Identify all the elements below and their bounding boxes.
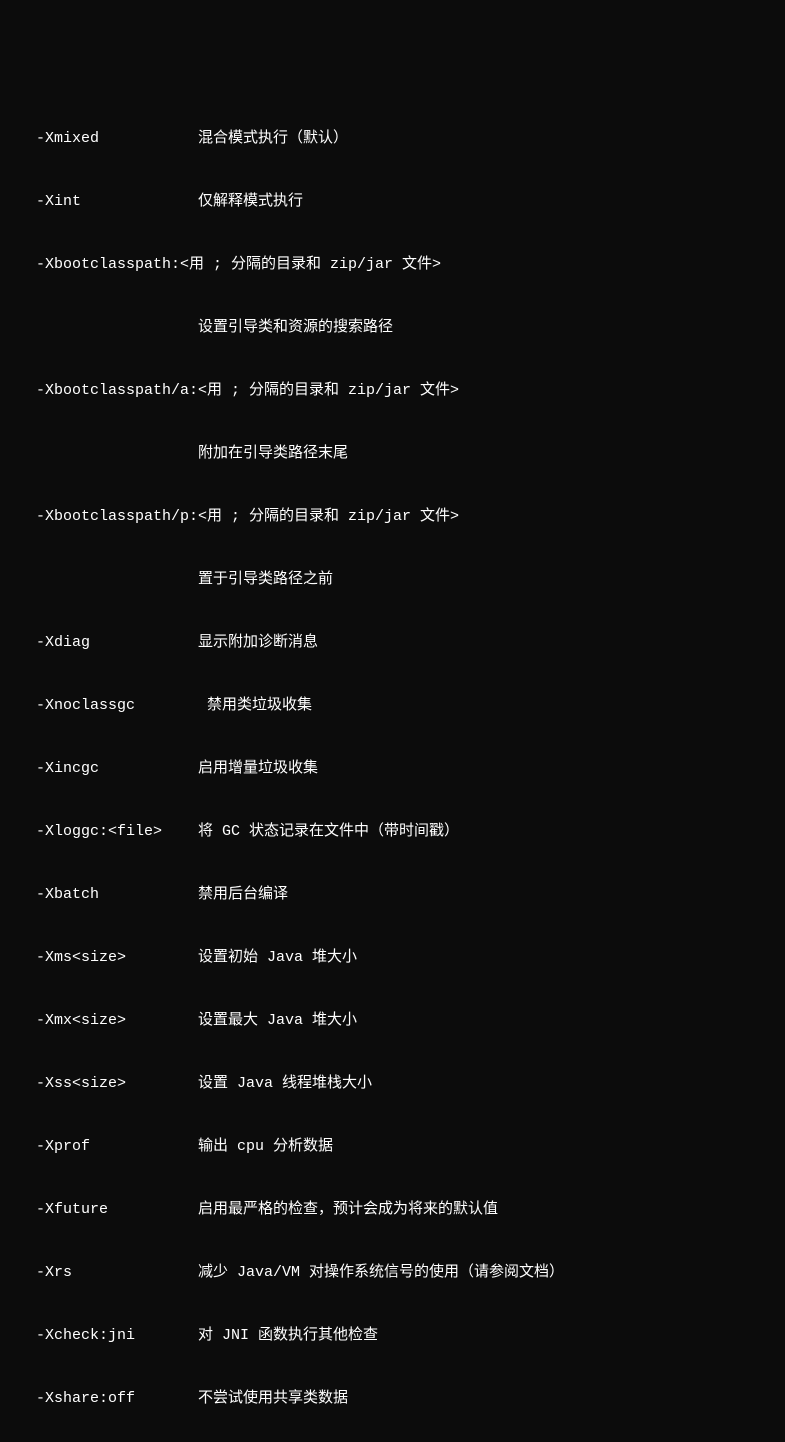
- output-line: -Xbootclasspath/p:<用 ; 分隔的目录和 zip/jar 文件…: [0, 506, 785, 527]
- terminal-output: -Xmixed 混合模式执行（默认） -Xint 仅解释模式执行 -Xbootc…: [0, 86, 785, 1442]
- output-line: -Xbootclasspath:<用 ; 分隔的目录和 zip/jar 文件>: [0, 254, 785, 275]
- output-line: 设置引导类和资源的搜索路径: [0, 317, 785, 338]
- output-line: -Xcheck:jni 对 JNI 函数执行其他检查: [0, 1325, 785, 1346]
- output-line: -Xprof 输出 cpu 分析数据: [0, 1136, 785, 1157]
- output-line: -Xincgc 启用增量垃圾收集: [0, 758, 785, 779]
- output-line: -Xnoclassgc 禁用类垃圾收集: [0, 695, 785, 716]
- output-line: -Xrs 减少 Java/VM 对操作系统信号的使用（请参阅文档）: [0, 1262, 785, 1283]
- output-line: 附加在引导类路径末尾: [0, 443, 785, 464]
- output-line: 置于引导类路径之前: [0, 569, 785, 590]
- output-line: -Xbootclasspath/a:<用 ; 分隔的目录和 zip/jar 文件…: [0, 380, 785, 401]
- output-line: -Xmixed 混合模式执行（默认）: [0, 128, 785, 149]
- output-line: -Xint 仅解释模式执行: [0, 191, 785, 212]
- output-line: -Xss<size> 设置 Java 线程堆栈大小: [0, 1073, 785, 1094]
- output-line: -Xdiag 显示附加诊断消息: [0, 632, 785, 653]
- output-line: -Xbatch 禁用后台编译: [0, 884, 785, 905]
- output-line: -Xshare:off 不尝试使用共享类数据: [0, 1388, 785, 1409]
- output-line: -Xmx<size> 设置最大 Java 堆大小: [0, 1010, 785, 1031]
- output-line: -Xfuture 启用最严格的检查，预计会成为将来的默认值: [0, 1199, 785, 1220]
- output-line: -Xloggc:<file> 将 GC 状态记录在文件中（带时间戳）: [0, 821, 785, 842]
- output-line: -Xms<size> 设置初始 Java 堆大小: [0, 947, 785, 968]
